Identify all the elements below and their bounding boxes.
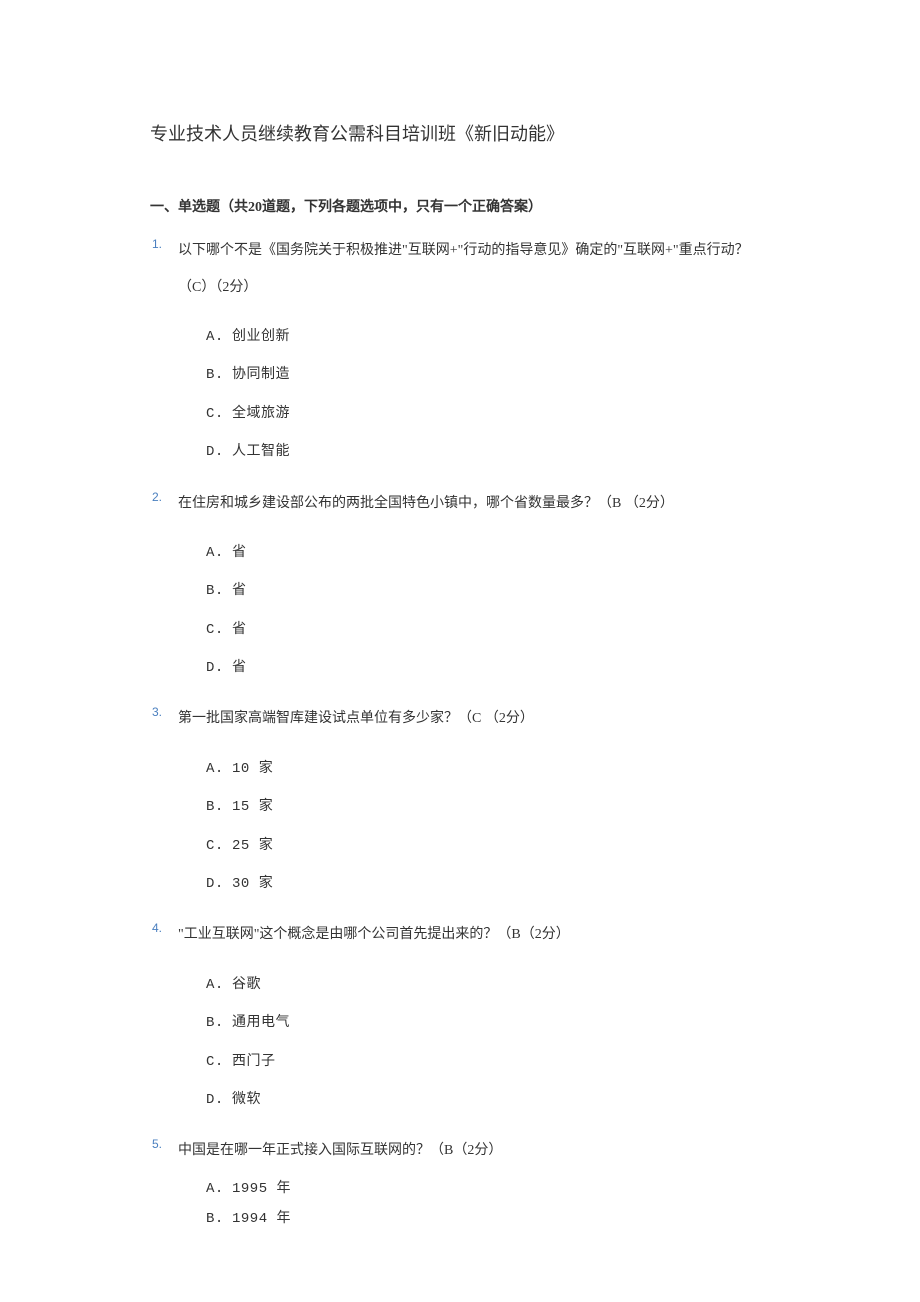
option-text: 15 家	[232, 799, 273, 815]
option-label: A.	[206, 542, 232, 564]
option-label: B.	[206, 1208, 232, 1230]
question: 5.中国是在哪一年正式接入国际互联网的？（B（2分）A.1995 年B.1994…	[150, 1133, 770, 1230]
option-label: C.	[206, 403, 232, 425]
option: A.省	[206, 542, 770, 564]
option-label: A.	[206, 1178, 232, 1200]
option-label: D.	[206, 657, 232, 679]
option-label: A.	[206, 974, 232, 996]
option-label: C.	[206, 835, 232, 857]
option-text: 人工智能	[232, 444, 290, 460]
option-label: B.	[206, 580, 232, 602]
option-label: D.	[206, 441, 232, 463]
question-number: 4.	[152, 919, 162, 938]
page-title: 专业技术人员继续教育公需科目培训班《新旧动能》	[150, 120, 770, 149]
option-text: 全域旅游	[232, 406, 290, 422]
option-label: D.	[206, 1089, 232, 1111]
option: C.省	[206, 619, 770, 641]
question-number: 5.	[152, 1135, 162, 1154]
question: 1. 以下哪个不是《国务院关于积极推进"互联网+"行动的指导意见》确定的"互联网+…	[150, 233, 770, 463]
question-text: "工业互联网"这个概念是由哪个公司首先提出来的？（B（2分）	[178, 917, 770, 953]
option-text: 省	[232, 660, 247, 676]
options-list: A.谷歌 B.通用电气 C.西门子 D.微软	[178, 974, 770, 1112]
options-list: A.创业创新 B.协同制造 C.全域旅游 D.人工智能	[178, 326, 770, 464]
option: B.1994 年	[206, 1208, 770, 1230]
option-text: 1995 年	[232, 1181, 291, 1197]
option: C.25 家	[206, 835, 770, 857]
option-text: 25 家	[232, 838, 273, 854]
question-text: 中国是在哪一年正式接入国际互联网的？（B（2分）	[178, 1133, 770, 1169]
option-text: 西门子	[232, 1054, 276, 1070]
questions-container: 1. 以下哪个不是《国务院关于积极推进"互联网+"行动的指导意见》确定的"互联网+…	[150, 233, 770, 1230]
question: 2. 在住房和城乡建设部公布的两批全国特色小镇中，哪个省数量最多？（B （2分） A…	[150, 486, 770, 680]
section-header: 一、单选题（共20道题，下列各题选项中，只有一个正确答案）	[150, 197, 770, 219]
option: D.省	[206, 657, 770, 679]
question: 4. "工业互联网"这个概念是由哪个公司首先提出来的？（B（2分） A.谷歌 B.通用…	[150, 917, 770, 1111]
question-text: 第一批国家高端智库建设试点单位有多少家？（C （2分）	[178, 701, 770, 737]
option-text: 1994 年	[232, 1211, 291, 1227]
option-label: B.	[206, 1012, 232, 1034]
option-text: 省	[232, 583, 247, 599]
option: A.1995 年	[206, 1178, 770, 1200]
option-label: A.	[206, 326, 232, 348]
option-label: B.	[206, 796, 232, 818]
options-list: A.省B.省C.省D.省	[178, 542, 770, 680]
option: A.谷歌	[206, 974, 770, 996]
option: C.西门子	[206, 1051, 770, 1073]
option: B.协同制造	[206, 364, 770, 386]
option-text: 通用电气	[232, 1015, 290, 1031]
option-text: 10 家	[232, 761, 273, 777]
option: B.15 家	[206, 796, 770, 818]
option-label: C.	[206, 619, 232, 641]
option: D.人工智能	[206, 441, 770, 463]
question-text: 在住房和城乡建设部公布的两批全国特色小镇中，哪个省数量最多？（B （2分）	[178, 486, 770, 522]
option: A.10 家	[206, 758, 770, 780]
option-label: C.	[206, 1051, 232, 1073]
question: 3. 第一批国家高端智库建设试点单位有多少家？（C （2分） A.10 家 B.15 …	[150, 701, 770, 895]
option-text: 微软	[232, 1092, 261, 1108]
question-text: 以下哪个不是《国务院关于积极推进"互联网+"行动的指导意见》确定的"互联网+"重…	[178, 233, 770, 306]
option-text: 省	[232, 545, 247, 561]
option-label: D.	[206, 873, 232, 895]
question-number: 3.	[152, 703, 162, 722]
question-number: 1.	[152, 235, 162, 254]
option-text: 创业创新	[232, 329, 290, 345]
option: B.省	[206, 580, 770, 602]
option-text: 30 家	[232, 876, 273, 892]
option: C.全域旅游	[206, 403, 770, 425]
option: A.创业创新	[206, 326, 770, 348]
option-text: 省	[232, 622, 247, 638]
question-number: 2.	[152, 488, 162, 507]
option-text: 谷歌	[232, 977, 261, 993]
options-list: A.1995 年B.1994 年	[178, 1178, 770, 1231]
option-text: 协同制造	[232, 367, 290, 383]
option-label: B.	[206, 364, 232, 386]
option: D.30 家	[206, 873, 770, 895]
options-list: A.10 家 B.15 家 C.25 家 D.30 家	[178, 758, 770, 896]
option-label: A.	[206, 758, 232, 780]
option: B.通用电气	[206, 1012, 770, 1034]
option: D.微软	[206, 1089, 770, 1111]
